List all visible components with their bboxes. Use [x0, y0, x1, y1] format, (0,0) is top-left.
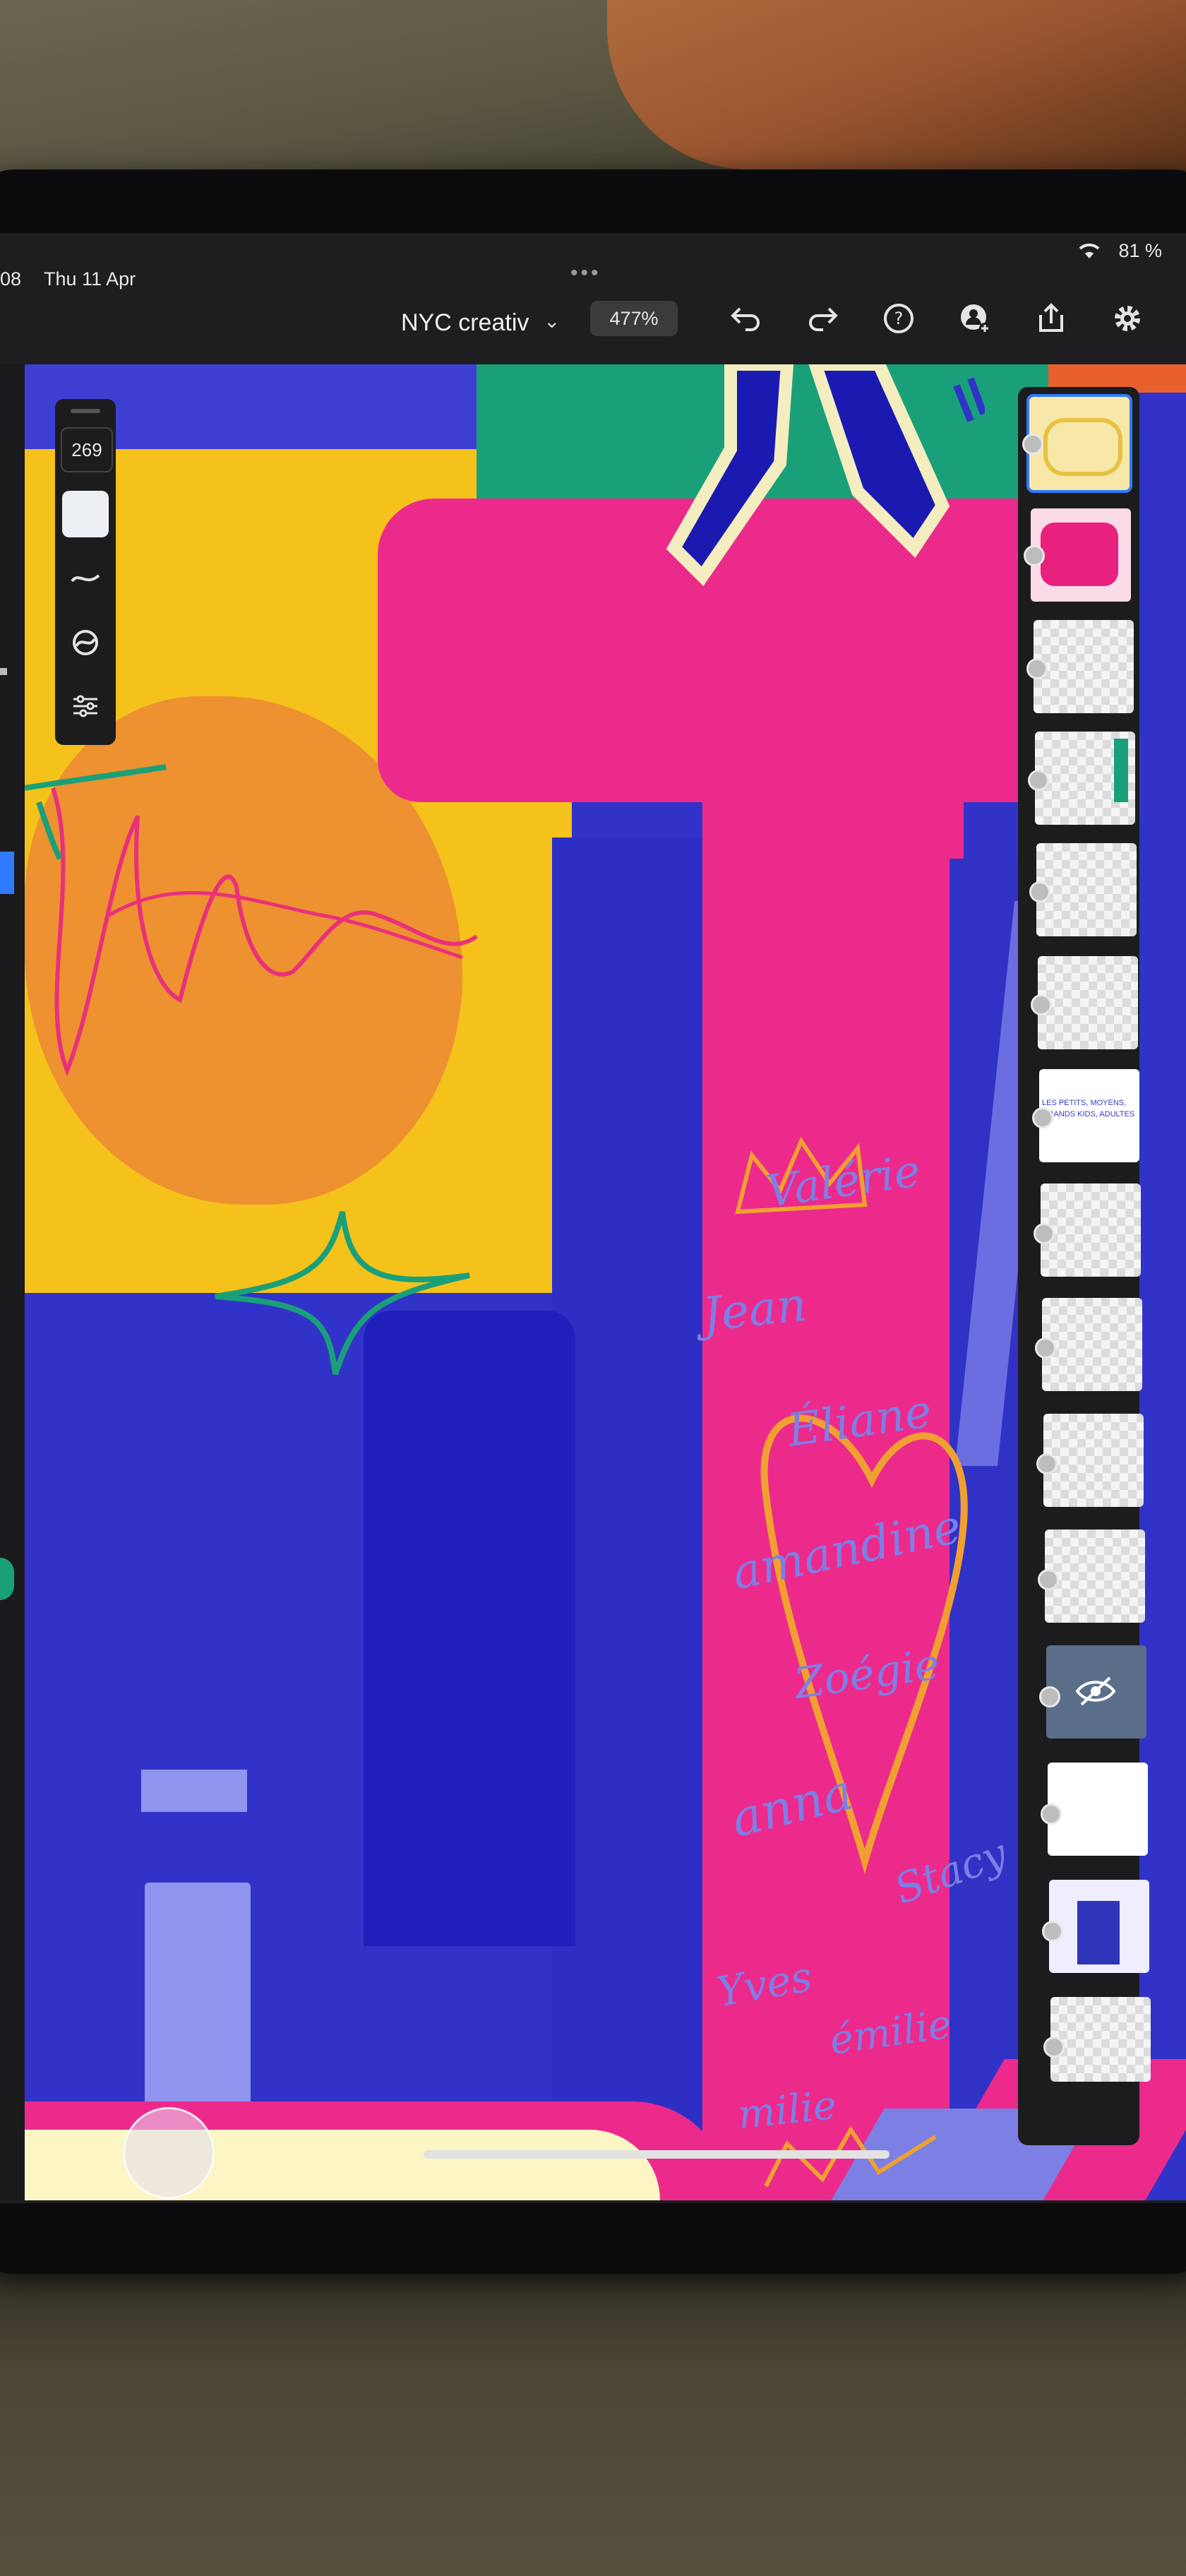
status-time: 08: [0, 268, 22, 290]
brush-settings-icon[interactable]: [68, 688, 103, 724]
brush-icon[interactable]: [68, 561, 103, 597]
color-swatch[interactable]: [62, 491, 109, 537]
layer-preview-shape: [1077, 1901, 1120, 1964]
layer-handle[interactable]: [1039, 1686, 1060, 1707]
touch-shortcut-button[interactable]: [123, 2107, 215, 2199]
layer-handle[interactable]: [1042, 1921, 1063, 1942]
left-toolbar-edge[interactable]: [0, 364, 25, 2200]
layer-preview-text: LES PETITS, MOYENS, GRANDS KIDS, ADULTES: [1042, 1099, 1135, 1119]
layers-panel: LES PETITS, MOYENS, GRANDS KIDS, ADULTES: [1018, 387, 1151, 2145]
layer-thumbnail[interactable]: [1026, 394, 1132, 493]
cream-shape: [25, 2130, 660, 2200]
layer-handle[interactable]: [1035, 1337, 1056, 1359]
edge-color-chip[interactable]: [0, 1558, 14, 1600]
layer-handle[interactable]: [1032, 1107, 1053, 1128]
invite-icon[interactable]: [954, 298, 995, 339]
layer-preview-shape: [1114, 739, 1128, 802]
layer-handle[interactable]: [1031, 994, 1052, 1015]
green-stroke-shape: [25, 764, 167, 860]
layer-thumbnail[interactable]: [1035, 732, 1135, 825]
status-date: Thu 11 Apr: [44, 268, 136, 290]
layer-thumbnail[interactable]: [1041, 1183, 1141, 1277]
layer-thumbnail[interactable]: [1048, 1763, 1148, 1856]
zoom-level[interactable]: 477%: [590, 301, 678, 336]
background-fabric-bottom: [0, 2224, 1186, 2576]
layer-handle[interactable]: [1024, 545, 1045, 566]
settings-icon[interactable]: [1107, 298, 1148, 339]
lilac-shape: [141, 1770, 247, 1812]
wifi-icon: [1077, 242, 1101, 265]
tool-panel: 269: [55, 399, 116, 745]
layer-thumbnail[interactable]: [1038, 956, 1138, 1049]
layer-handle[interactable]: [1026, 658, 1048, 679]
layer-thumbnail[interactable]: [1036, 843, 1137, 936]
share-icon[interactable]: [1031, 298, 1072, 339]
svg-text:?: ?: [894, 309, 904, 328]
layer-handle[interactable]: [1029, 881, 1050, 902]
layer-handle[interactable]: [1038, 1569, 1059, 1590]
layer-thumbnail[interactable]: [1046, 1645, 1146, 1739]
home-indicator[interactable]: [424, 2150, 890, 2159]
undo-icon[interactable]: [726, 298, 767, 339]
help-icon[interactable]: ?: [878, 298, 919, 339]
layer-preview-shape: [1043, 418, 1122, 476]
layer-handle[interactable]: [1028, 770, 1049, 791]
layer-handle[interactable]: [1036, 1453, 1058, 1474]
layer-handle[interactable]: [1041, 1803, 1062, 1825]
layer-thumbnail[interactable]: [1042, 1298, 1142, 1391]
layer-preview-shape: [1041, 523, 1118, 586]
layer-handle[interactable]: [1022, 434, 1043, 455]
multitask-dots-icon[interactable]: •••: [570, 261, 601, 285]
canvas-name-text: Jean: [700, 1277, 809, 1342]
navy-figure-shape: [666, 364, 985, 587]
layer-handle[interactable]: [1043, 2037, 1065, 2058]
eye-hidden-icon[interactable]: [1074, 1674, 1117, 1717]
redo-icon[interactable]: [802, 298, 843, 339]
active-tool-indicator[interactable]: [0, 852, 14, 894]
layer-thumbnail[interactable]: [1043, 1414, 1144, 1507]
lilac-shape: [145, 1883, 251, 2123]
layer-thumbnail[interactable]: [1050, 1997, 1151, 2082]
background-wood: [607, 0, 1186, 169]
chevron-down-icon[interactable]: ⌄: [544, 309, 560, 333]
battery-level: 81 %: [1118, 240, 1162, 261]
layer-thumbnail[interactable]: [1045, 1530, 1145, 1623]
layer-thumbnail[interactable]: [1034, 620, 1134, 713]
brush-size-field[interactable]: 269: [61, 427, 113, 472]
layer-thumbnail[interactable]: [1031, 508, 1131, 602]
panel-grip-icon[interactable]: [71, 409, 100, 413]
app-screen: 08 Thu 11 Apr 81 % ••• NYC creativ ⌄ 477…: [0, 233, 1186, 2203]
edge-marker: [0, 668, 7, 675]
drawing-canvas[interactable]: Valérie Jean Éliane amandine Zoégie anna…: [25, 364, 1186, 2200]
document-title[interactable]: NYC creativ: [401, 309, 529, 337]
layer-thumbnail[interactable]: [1049, 1880, 1149, 1973]
dark-blue-shape: [364, 1311, 575, 1946]
layer-thumbnail[interactable]: LES PETITS, MOYENS, GRANDS KIDS, ADULTES: [1039, 1069, 1139, 1162]
layer-handle[interactable]: [1034, 1223, 1055, 1244]
blend-icon[interactable]: [68, 625, 103, 660]
green-star-shape: [215, 1211, 470, 1376]
